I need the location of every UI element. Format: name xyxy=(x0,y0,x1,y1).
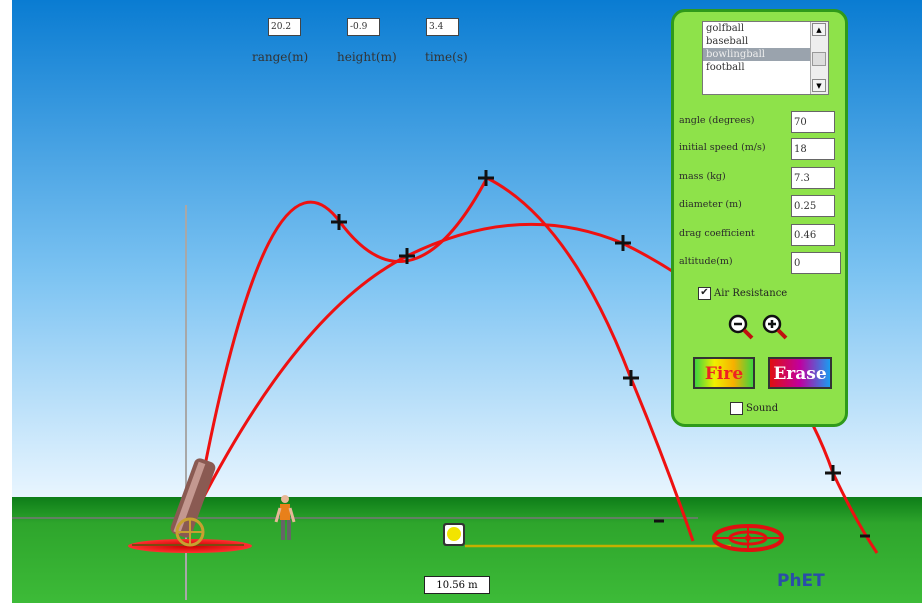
air-resistance-checkbox[interactable]: ✔ Air Resistance xyxy=(698,287,787,300)
altitude-input[interactable] xyxy=(791,252,841,274)
erase-button[interactable]: Erase xyxy=(768,357,832,389)
mass-label: mass (kg) xyxy=(679,171,726,182)
mass-input[interactable] xyxy=(791,167,835,189)
air-resistance-label: Air Resistance xyxy=(714,288,788,299)
speed-label: initial speed (m/s) xyxy=(679,142,766,153)
tape-distance-label: 10.56 m xyxy=(424,576,490,594)
scroll-up-icon[interactable]: ▲ xyxy=(812,23,826,36)
drag-input[interactable] xyxy=(791,224,835,246)
angle-label: angle (degrees) xyxy=(679,115,755,126)
sun-icon xyxy=(447,527,461,541)
angle-input[interactable] xyxy=(791,111,835,133)
phet-logo[interactable]: PhET xyxy=(777,571,825,591)
control-panel: golfball baseball bowlingball football ▲… xyxy=(671,9,848,427)
altitude-label: altitude(m) xyxy=(679,256,733,267)
scroll-thumb[interactable] xyxy=(812,52,826,66)
time-readout[interactable] xyxy=(426,18,459,36)
diameter-label: diameter (m) xyxy=(679,199,742,210)
range-label: range(m) xyxy=(252,50,309,64)
diameter-input[interactable] xyxy=(791,195,835,217)
height-readout[interactable] xyxy=(347,18,380,36)
range-readout[interactable] xyxy=(268,18,301,36)
speed-input[interactable] xyxy=(791,138,835,160)
time-label: time(s) xyxy=(425,50,468,64)
projectile-list[interactable]: golfball baseball bowlingball football ▲… xyxy=(702,21,829,95)
zoom-out-icon[interactable] xyxy=(728,314,754,340)
sound-label: Sound xyxy=(746,403,779,414)
zoom-in-icon[interactable] xyxy=(762,314,788,340)
height-label: height(m) xyxy=(337,50,397,64)
fire-button[interactable]: Fire xyxy=(693,357,755,389)
list-scrollbar[interactable]: ▲ ▼ xyxy=(810,22,828,94)
target-icon[interactable] xyxy=(712,524,784,552)
checkmark-icon[interactable]: ✔ xyxy=(698,287,711,300)
sound-checkbox-box[interactable] xyxy=(730,402,743,415)
sound-checkbox[interactable]: Sound xyxy=(730,402,778,415)
drag-label: drag coefficient xyxy=(679,228,755,239)
scroll-down-icon[interactable]: ▼ xyxy=(812,79,826,92)
